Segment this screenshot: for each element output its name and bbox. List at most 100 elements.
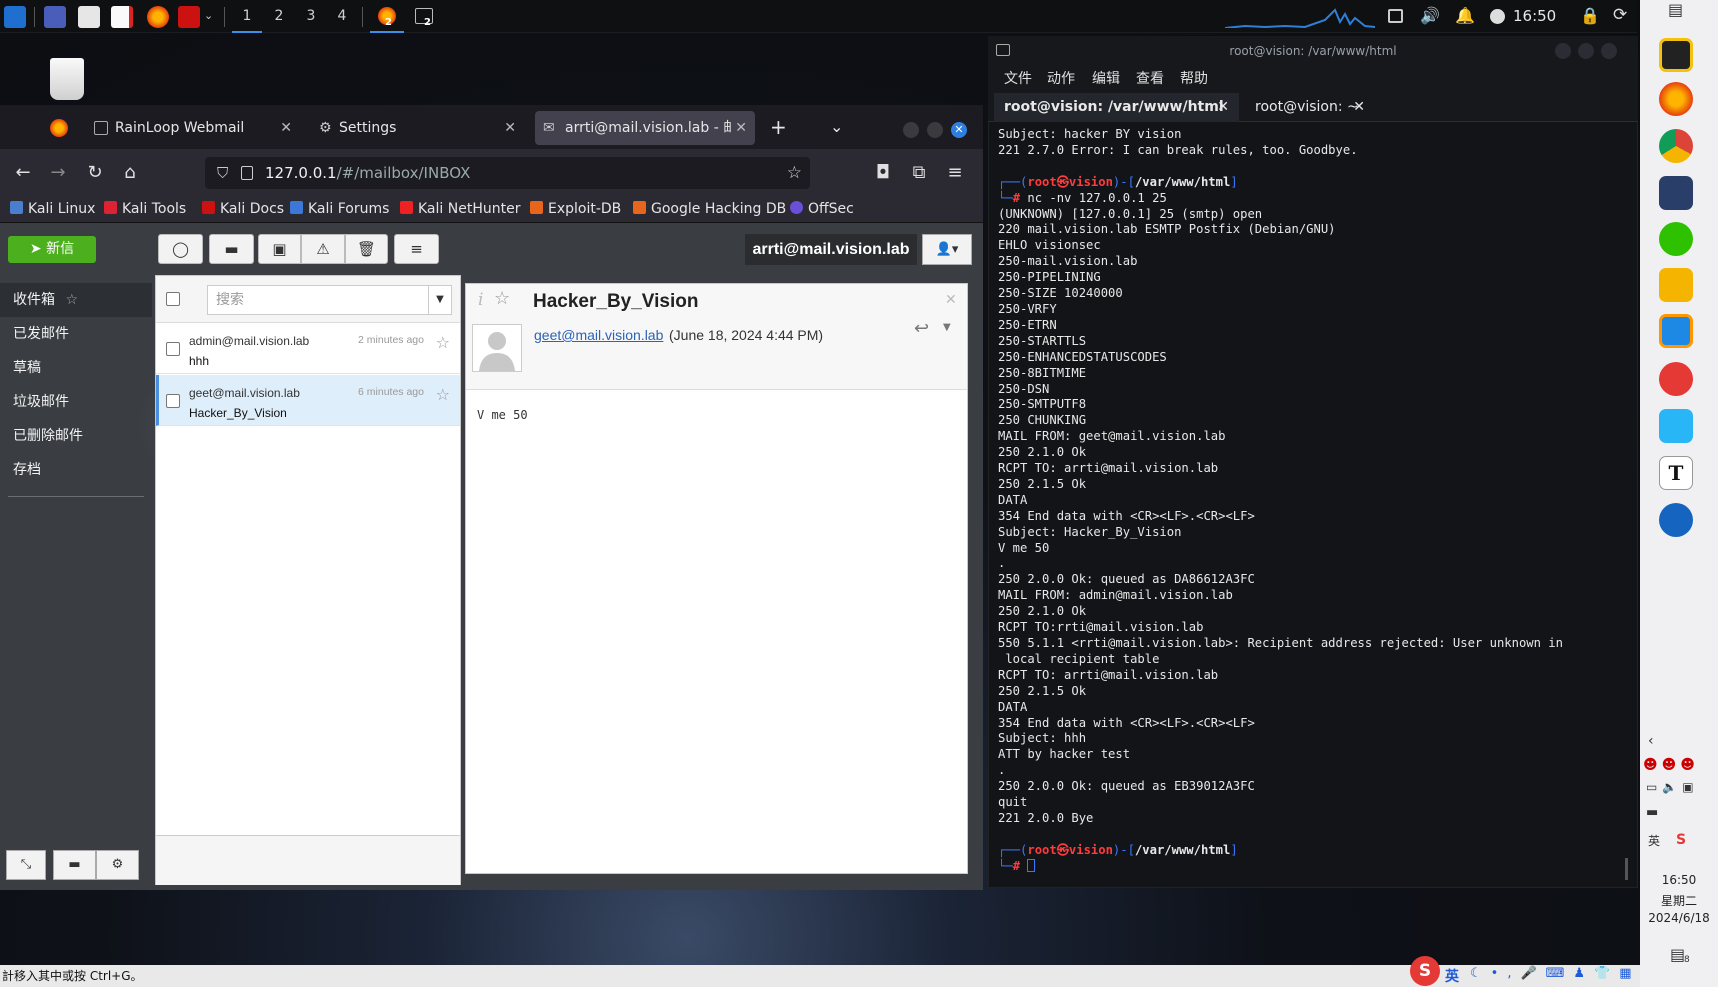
move-to-folder-button[interactable]: ▬ bbox=[209, 234, 254, 264]
menu-icon[interactable]: ≡ bbox=[942, 160, 968, 186]
workspace-4[interactable]: 4 bbox=[327, 0, 357, 33]
chrome-icon[interactable] bbox=[1659, 129, 1693, 163]
close-icon[interactable]: ✕ bbox=[731, 111, 747, 145]
account-menu-button[interactable]: 👤▾ bbox=[922, 234, 972, 265]
search-input[interactable]: 搜索 bbox=[207, 285, 452, 315]
typora-icon[interactable]: T bbox=[1659, 456, 1693, 490]
bookmark-star-icon[interactable]: ☆ bbox=[787, 157, 802, 189]
workspace-1[interactable]: 1 bbox=[232, 0, 262, 33]
close-window-button[interactable]: ✕ bbox=[951, 122, 967, 138]
volume-icon[interactable]: 🔊 bbox=[1420, 6, 1440, 25]
close-window-button[interactable] bbox=[1601, 43, 1617, 59]
list-tabs-icon[interactable]: ⌄ bbox=[830, 117, 843, 136]
menu-edit[interactable]: 编辑 bbox=[1092, 66, 1120, 92]
star-icon[interactable]: ☆ bbox=[436, 333, 450, 352]
text-editor-icon[interactable] bbox=[111, 6, 133, 28]
bookmark-google-hacking-db[interactable]: Google Hacking DB bbox=[633, 195, 786, 223]
close-icon[interactable]: ✕ bbox=[945, 292, 957, 308]
new-tab-button[interactable]: + bbox=[770, 115, 787, 139]
ime-toolbar-icons[interactable]: ☾•,🎤⌨♟👕▦ bbox=[1470, 966, 1641, 981]
tab-settings[interactable]: ⚙ Settings ✕ bbox=[311, 111, 524, 145]
spam-button[interactable]: ⚠ bbox=[301, 234, 345, 264]
bookmark-kali-docs[interactable]: Kali Docs bbox=[202, 195, 284, 223]
sogou-ime-icon[interactable]: S bbox=[1410, 956, 1440, 986]
panel-clock[interactable]: 16:50 bbox=[1513, 0, 1556, 33]
star-icon[interactable]: ☆ bbox=[436, 385, 450, 404]
collapse-button[interactable]: ⤡ bbox=[6, 850, 46, 880]
menu-file[interactable]: 文件 bbox=[1004, 66, 1032, 92]
files-icon[interactable] bbox=[78, 6, 100, 28]
reply-dropdown-icon[interactable]: ▼ bbox=[943, 322, 951, 333]
firefox-icon[interactable] bbox=[147, 6, 169, 28]
star-icon[interactable]: ☆ bbox=[494, 288, 510, 309]
logout-icon[interactable]: ⟳ bbox=[1613, 5, 1627, 25]
bookmark-kali-linux[interactable]: Kali Linux bbox=[10, 195, 95, 223]
reload-icon[interactable]: ↻ bbox=[82, 160, 108, 186]
tab-mailbox[interactable]: ✉ arrti@mail.vision.lab - 邮 ✕ bbox=[535, 111, 755, 145]
terminal-output[interactable]: Subject: hacker BY vision 221 2.7.0 Error… bbox=[998, 127, 1628, 875]
close-icon[interactable]: ✕ bbox=[504, 111, 516, 145]
firefox-view-icon[interactable] bbox=[50, 119, 68, 137]
wechat-icon[interactable] bbox=[1659, 222, 1693, 256]
app-cat-icon[interactable] bbox=[1659, 176, 1693, 210]
menu-view[interactable]: 查看 bbox=[1136, 66, 1164, 92]
todesk-icon[interactable] bbox=[1659, 409, 1693, 443]
terminal-tab-active[interactable]: root@vision: /var/www/html ✕ bbox=[994, 93, 1239, 122]
bookmark-offsec[interactable]: OffSec bbox=[790, 195, 854, 223]
message-row[interactable]: geet@mail.vision.lab Hacker_By_Vision 6 … bbox=[156, 375, 460, 426]
tab-rainloop[interactable]: RainLoop Webmail ✕ bbox=[87, 111, 300, 145]
folder-spam[interactable]: 垃圾邮件 bbox=[13, 385, 69, 419]
battery-icon[interactable]: ▬ bbox=[1646, 805, 1658, 820]
star-icon[interactable]: ☆ bbox=[65, 292, 78, 308]
terminal-tab[interactable]: root@vision: ~ ✕ bbox=[1245, 93, 1375, 122]
virtual-machine-icon[interactable] bbox=[1659, 314, 1693, 348]
reply-icon[interactable]: ↩ bbox=[914, 318, 929, 339]
message-row[interactable]: admin@mail.vision.lab hhh 2 minutes ago … bbox=[156, 323, 460, 374]
terminal-red-icon[interactable] bbox=[178, 6, 200, 28]
tray-icons[interactable]: ▭🔈▣ bbox=[1646, 780, 1699, 794]
qq-icons[interactable]: ☻☻☻ bbox=[1643, 757, 1699, 773]
back-icon[interactable]: ← bbox=[10, 160, 36, 186]
message-checkbox[interactable] bbox=[166, 342, 180, 356]
url-bar[interactable]: ⛉ 127.0.0.1/#/mailbox/INBOX ☆ bbox=[205, 157, 810, 189]
music-icon[interactable] bbox=[1659, 362, 1693, 396]
menu-help[interactable]: 帮助 bbox=[1180, 66, 1208, 92]
workspace-2[interactable]: 2 bbox=[264, 0, 294, 33]
archive-button[interactable]: ▣ bbox=[258, 234, 301, 264]
folder-archive[interactable]: 存档 bbox=[13, 453, 41, 487]
chevron-down-icon[interactable]: ⌄ bbox=[204, 9, 213, 22]
menu-actions[interactable]: 动作 bbox=[1047, 66, 1075, 92]
search-options-button[interactable]: ▼ bbox=[428, 286, 451, 314]
close-icon[interactable]: ✕ bbox=[280, 111, 292, 145]
lock-icon[interactable]: 🔒 bbox=[1580, 6, 1600, 25]
chevron-left-icon[interactable]: ‹ bbox=[1648, 733, 1654, 749]
bookmark-kali-tools[interactable]: Kali Tools bbox=[104, 195, 186, 223]
delete-button[interactable]: 🗑 bbox=[345, 234, 388, 264]
trash-icon[interactable] bbox=[50, 58, 84, 100]
bookmark-kali-nethunter[interactable]: Kali NetHunter bbox=[400, 195, 520, 223]
info-icon[interactable]: i bbox=[478, 290, 483, 310]
pocket-icon[interactable]: ◘ bbox=[870, 160, 896, 186]
more-button[interactable]: ≡ bbox=[394, 234, 439, 264]
forward-icon[interactable]: → bbox=[45, 160, 71, 186]
close-icon[interactable]: ✕ bbox=[1217, 93, 1229, 122]
settings-button[interactable]: ⚙ bbox=[96, 850, 139, 880]
notes-icon[interactable]: ▤ bbox=[1668, 0, 1683, 19]
desktop-icon[interactable] bbox=[44, 6, 66, 28]
maximize-button[interactable] bbox=[1578, 43, 1594, 59]
minimize-button[interactable] bbox=[1555, 43, 1571, 59]
ime-icon[interactable]: 英 bbox=[1648, 832, 1660, 849]
extensions-icon[interactable]: ⧉ bbox=[906, 160, 932, 186]
notification-center-icon[interactable]: ▤ bbox=[1670, 945, 1685, 964]
message-from-link[interactable]: geet@mail.vision.lab bbox=[534, 327, 663, 343]
phone-link-icon[interactable] bbox=[1659, 503, 1693, 537]
message-checkbox[interactable] bbox=[166, 394, 180, 408]
bell-icon[interactable]: 🔔 bbox=[1455, 6, 1475, 25]
compose-button[interactable]: ➤ 新信 bbox=[8, 236, 96, 263]
refresh-button[interactable]: ◯ bbox=[158, 234, 203, 264]
workspace-3[interactable]: 3 bbox=[296, 0, 326, 33]
bookmark-kali-forums[interactable]: Kali Forums bbox=[290, 195, 389, 223]
home-icon[interactable]: ⌂ bbox=[117, 160, 143, 186]
close-icon[interactable]: ✕ bbox=[1353, 93, 1365, 122]
display-icon[interactable] bbox=[1388, 9, 1403, 23]
